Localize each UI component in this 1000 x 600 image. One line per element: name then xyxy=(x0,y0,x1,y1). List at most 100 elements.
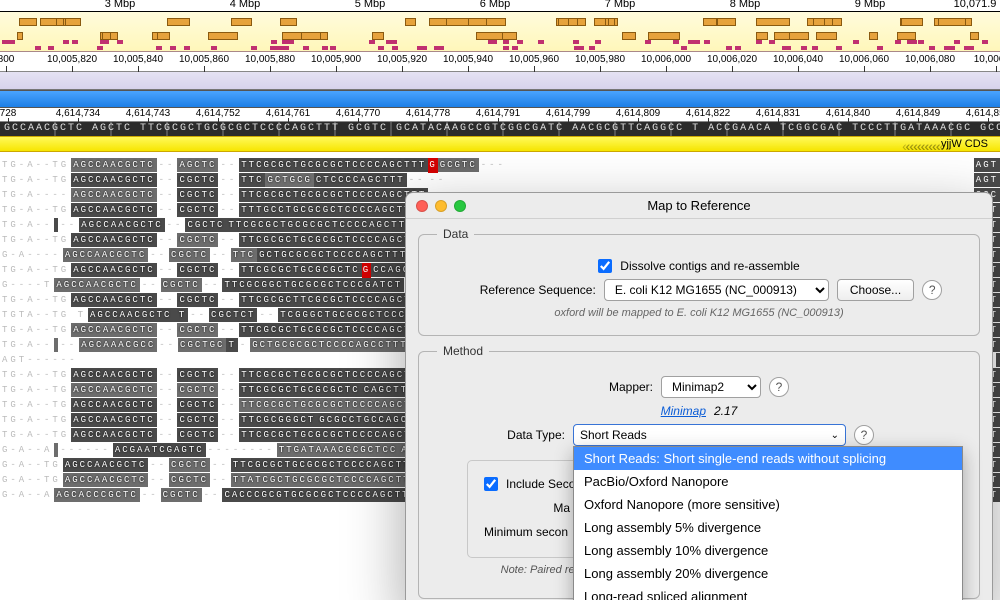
gene-glyph[interactable] xyxy=(282,32,301,40)
gene-glyph[interactable] xyxy=(19,18,37,26)
feature-glyph[interactable] xyxy=(97,46,103,50)
feature-glyph[interactable] xyxy=(288,40,294,44)
gene-glyph[interactable] xyxy=(703,18,717,26)
mapper-select[interactable]: Minimap2 xyxy=(661,376,761,398)
gene-glyph[interactable] xyxy=(56,18,64,26)
help-icon[interactable]: ? xyxy=(922,280,942,300)
feature-glyph[interactable] xyxy=(964,46,970,50)
read-row[interactable]: TG-A--TGAGCCAACGCTC--CGCTC--TTCGCTGCGCTC… xyxy=(0,173,1000,188)
feature-glyph[interactable] xyxy=(877,46,883,50)
dissolve-checkbox[interactable] xyxy=(598,259,612,273)
feature-glyph[interactable] xyxy=(517,40,523,44)
gene-glyph[interactable] xyxy=(869,32,879,40)
feature-glyph[interactable] xyxy=(681,46,687,50)
feature-glyph[interactable] xyxy=(673,40,679,44)
feature-glyph[interactable] xyxy=(156,46,162,50)
gene-glyph[interactable] xyxy=(167,18,190,26)
feature-glyph[interactable] xyxy=(184,46,190,50)
feature-glyph[interactable] xyxy=(63,40,69,44)
gene-glyph[interactable] xyxy=(102,32,112,40)
refseq-select[interactable]: E. coli K12 MG1655 (NC_000913) xyxy=(604,279,829,301)
gene-glyph[interactable] xyxy=(970,32,980,40)
feature-glyph[interactable] xyxy=(378,46,384,50)
feature-glyph[interactable] xyxy=(949,46,955,50)
gene-glyph[interactable] xyxy=(897,32,915,40)
feature-glyph[interactable] xyxy=(704,40,710,44)
gene-glyph[interactable] xyxy=(208,32,238,40)
assembly-track[interactable] xyxy=(0,72,1000,90)
gene-glyph[interactable] xyxy=(157,32,170,40)
gene-glyph[interactable] xyxy=(446,18,469,26)
gene-glyph[interactable] xyxy=(789,32,809,40)
cds-annotation-track[interactable]: «««««««««« yjjW CDS xyxy=(0,136,1000,152)
datatype-option[interactable]: Long assembly 5% divergence xyxy=(574,516,962,539)
feature-glyph[interactable] xyxy=(895,40,901,44)
feature-glyph[interactable] xyxy=(954,40,960,44)
sequence-ruler[interactable]: 7284,614,7344,614,7434,614,7524,614,7614… xyxy=(0,108,1000,122)
feature-glyph[interactable] xyxy=(303,46,309,50)
feature-glyph[interactable] xyxy=(170,46,176,50)
gene-glyph[interactable] xyxy=(372,32,384,40)
feature-glyph[interactable] xyxy=(503,46,509,50)
feature-glyph[interactable] xyxy=(578,46,584,50)
feature-glyph[interactable] xyxy=(512,46,518,50)
feature-glyph[interactable] xyxy=(392,46,398,50)
gene-glyph[interactable] xyxy=(622,32,635,40)
feature-glyph[interactable] xyxy=(369,40,375,44)
feature-glyph[interactable] xyxy=(2,40,8,44)
feature-glyph[interactable] xyxy=(48,46,54,50)
feature-glyph[interactable] xyxy=(100,40,106,44)
gene-glyph[interactable] xyxy=(476,32,503,40)
feature-glyph[interactable] xyxy=(9,40,15,44)
feature-glyph[interactable] xyxy=(911,40,917,44)
feature-glyph[interactable] xyxy=(918,40,924,44)
mapper-link[interactable]: Minimap xyxy=(661,404,706,418)
feature-glyph[interactable] xyxy=(589,46,595,50)
include-secondary-checkbox[interactable] xyxy=(484,477,498,491)
feature-glyph[interactable] xyxy=(419,46,425,50)
feature-glyph[interactable] xyxy=(836,46,842,50)
choose-button[interactable]: Choose... xyxy=(837,279,914,301)
feature-glyph[interactable] xyxy=(694,40,700,44)
feature-glyph[interactable] xyxy=(726,46,732,50)
help-icon[interactable]: ? xyxy=(769,377,789,397)
feature-glyph[interactable] xyxy=(72,40,78,44)
read-row[interactable]: TG-A--TGAGCCAACGCTC--AGCTC--TTCGCGCTGCGC… xyxy=(0,158,1000,173)
feature-glyph[interactable] xyxy=(211,46,217,50)
gene-glyph[interactable] xyxy=(65,18,81,26)
gene-glyph[interactable] xyxy=(901,18,924,26)
feature-glyph[interactable] xyxy=(271,40,277,44)
feature-glyph[interactable] xyxy=(982,40,988,44)
feature-glyph[interactable] xyxy=(785,46,791,50)
gene-glyph[interactable] xyxy=(17,32,22,40)
gene-glyph[interactable] xyxy=(756,18,789,26)
gene-glyph[interactable] xyxy=(938,18,966,26)
feature-glyph[interactable] xyxy=(538,40,544,44)
minimize-icon[interactable] xyxy=(435,200,447,212)
gene-glyph[interactable] xyxy=(824,18,833,26)
feature-glyph[interactable] xyxy=(688,40,694,44)
gene-glyph[interactable] xyxy=(816,32,837,40)
gene-glyph[interactable] xyxy=(807,18,814,26)
datatype-select[interactable]: Short Reads ⌄ xyxy=(573,424,846,446)
feature-glyph[interactable] xyxy=(322,46,328,50)
feature-glyph[interactable] xyxy=(270,46,276,50)
feature-glyph[interactable] xyxy=(812,46,818,50)
feature-glyph[interactable] xyxy=(645,40,651,44)
coverage-track[interactable] xyxy=(0,90,1000,108)
datatype-option[interactable]: Long-read spliced alignment xyxy=(574,585,962,600)
close-icon[interactable] xyxy=(416,200,428,212)
datatype-option[interactable]: Long assembly 20% divergence xyxy=(574,562,962,585)
datatype-option[interactable]: PacBio/Oxford Nanopore xyxy=(574,470,962,493)
gene-glyph[interactable] xyxy=(486,18,507,26)
feature-glyph[interactable] xyxy=(330,46,336,50)
feature-glyph[interactable] xyxy=(801,46,807,50)
feature-glyph[interactable] xyxy=(434,46,440,50)
feature-glyph[interactable] xyxy=(756,40,762,44)
datatype-option[interactable]: Long assembly 10% divergence xyxy=(574,539,962,562)
datatype-option[interactable]: Short Reads: Short single-end reads with… xyxy=(574,447,962,470)
feature-glyph[interactable] xyxy=(595,40,601,44)
feature-glyph[interactable] xyxy=(35,46,41,50)
feature-glyph[interactable] xyxy=(491,40,497,44)
feature-glyph[interactable] xyxy=(929,46,935,50)
